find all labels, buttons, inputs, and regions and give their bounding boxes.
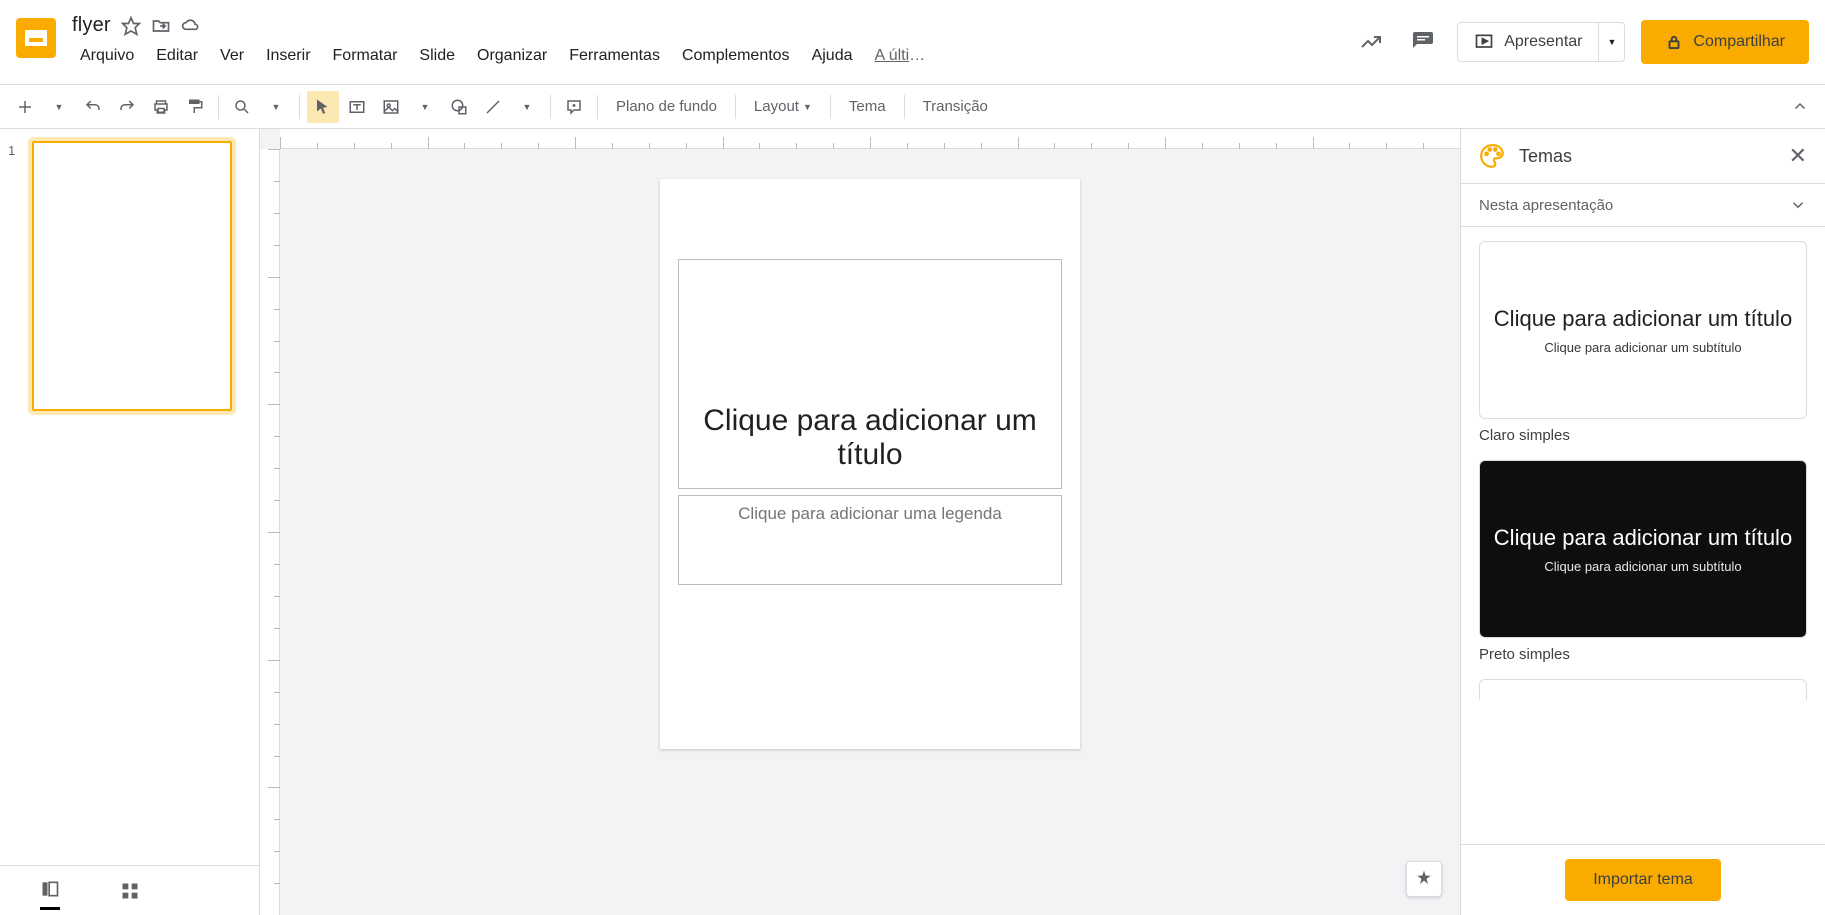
slide-thumbnail-1[interactable]: [32, 141, 232, 411]
redo-button[interactable]: [111, 91, 143, 123]
new-slide-button[interactable]: [9, 91, 41, 123]
print-button[interactable]: [145, 91, 177, 123]
toolbar: ▼ ▼ ▼ ▼ Plano de fundo Layout▼ Tema Tran…: [0, 85, 1825, 129]
new-slide-dropdown[interactable]: ▼: [43, 91, 75, 123]
filmstrip: 1: [0, 129, 260, 915]
import-theme-button[interactable]: Importar tema: [1565, 859, 1721, 901]
ruler-vertical: [260, 149, 280, 915]
line-dropdown[interactable]: ▼: [511, 91, 543, 123]
present-button[interactable]: Apresentar: [1458, 32, 1598, 52]
theme-label: Preto simples: [1479, 646, 1807, 663]
menu-last-edit[interactable]: A últim…: [866, 43, 936, 69]
star-icon[interactable]: [121, 16, 141, 36]
comment-tool[interactable]: [558, 91, 590, 123]
ruler-horizontal: [280, 129, 1460, 149]
shape-tool[interactable]: [443, 91, 475, 123]
menu-editar[interactable]: Editar: [148, 43, 206, 69]
background-button[interactable]: Plano de fundo: [604, 98, 729, 115]
menu-inserir[interactable]: Inserir: [258, 43, 318, 69]
menu-slide[interactable]: Slide: [411, 43, 463, 69]
present-label: Apresentar: [1504, 33, 1582, 51]
paint-format-button[interactable]: [179, 91, 211, 123]
present-dropdown[interactable]: ▼: [1598, 23, 1624, 61]
theme-label: Claro simples: [1479, 427, 1807, 444]
doc-title[interactable]: flyer: [72, 14, 111, 37]
menu-ver[interactable]: Ver: [212, 43, 252, 69]
transition-button[interactable]: Transição: [911, 98, 1000, 115]
share-label: Compartilhar: [1693, 33, 1785, 51]
theme-button[interactable]: Tema: [837, 98, 898, 115]
slide-canvas[interactable]: Clique para adicionar um título Clique p…: [660, 179, 1080, 749]
themes-list: Clique para adicionar um título Clique p…: [1461, 227, 1825, 844]
share-button[interactable]: Compartilhar: [1641, 20, 1809, 64]
select-tool[interactable]: [307, 91, 339, 123]
filmstrip-view-button[interactable]: [40, 879, 60, 910]
palette-icon: [1479, 143, 1505, 169]
grid-view-button[interactable]: [120, 881, 140, 901]
textbox-tool[interactable]: [341, 91, 373, 123]
image-dropdown[interactable]: ▼: [409, 91, 441, 123]
theme-option-partial[interactable]: [1479, 679, 1807, 700]
close-icon[interactable]: ✕: [1789, 143, 1807, 169]
line-tool[interactable]: [477, 91, 509, 123]
activity-icon[interactable]: [1353, 24, 1389, 60]
image-tool[interactable]: [375, 91, 407, 123]
zoom-button[interactable]: [226, 91, 258, 123]
themes-panel: Temas ✕ Nesta apresentação Clique para a…: [1460, 129, 1825, 915]
collapse-toolbar-button[interactable]: [1784, 91, 1816, 123]
menu-organizar[interactable]: Organizar: [469, 43, 555, 69]
canvas-area: Clique para adicionar um título Clique p…: [260, 129, 1460, 915]
menu-formatar[interactable]: Formatar: [325, 43, 406, 69]
menu-arquivo[interactable]: Arquivo: [72, 43, 142, 69]
layout-button[interactable]: Layout▼: [742, 98, 824, 115]
themes-title: Temas: [1519, 146, 1572, 167]
menu-complementos[interactable]: Complementos: [674, 43, 798, 69]
theme-option-claro-simples[interactable]: Clique para adicionar um título Clique p…: [1479, 241, 1807, 419]
menu-ferramentas[interactable]: Ferramentas: [561, 43, 668, 69]
title-placeholder[interactable]: Clique para adicionar um título: [678, 259, 1062, 489]
zoom-dropdown[interactable]: ▼: [260, 91, 292, 123]
theme-option-preto-simples[interactable]: Clique para adicionar um título Clique p…: [1479, 460, 1807, 638]
comments-icon[interactable]: [1405, 24, 1441, 60]
menu-ajuda[interactable]: Ajuda: [804, 43, 861, 69]
chevron-down-icon: [1789, 196, 1807, 214]
slides-logo[interactable]: [16, 18, 56, 58]
themes-section-toggle[interactable]: Nesta apresentação: [1461, 183, 1825, 227]
undo-button[interactable]: [77, 91, 109, 123]
menu-bar: Arquivo Editar Ver Inserir Formatar Slid…: [72, 43, 936, 69]
cloud-status-icon[interactable]: [181, 16, 201, 36]
slide-number: 1: [8, 141, 24, 411]
move-folder-icon[interactable]: [151, 16, 171, 36]
subtitle-placeholder[interactable]: Clique para adicionar uma legenda: [678, 495, 1062, 585]
explore-button[interactable]: [1406, 861, 1442, 897]
